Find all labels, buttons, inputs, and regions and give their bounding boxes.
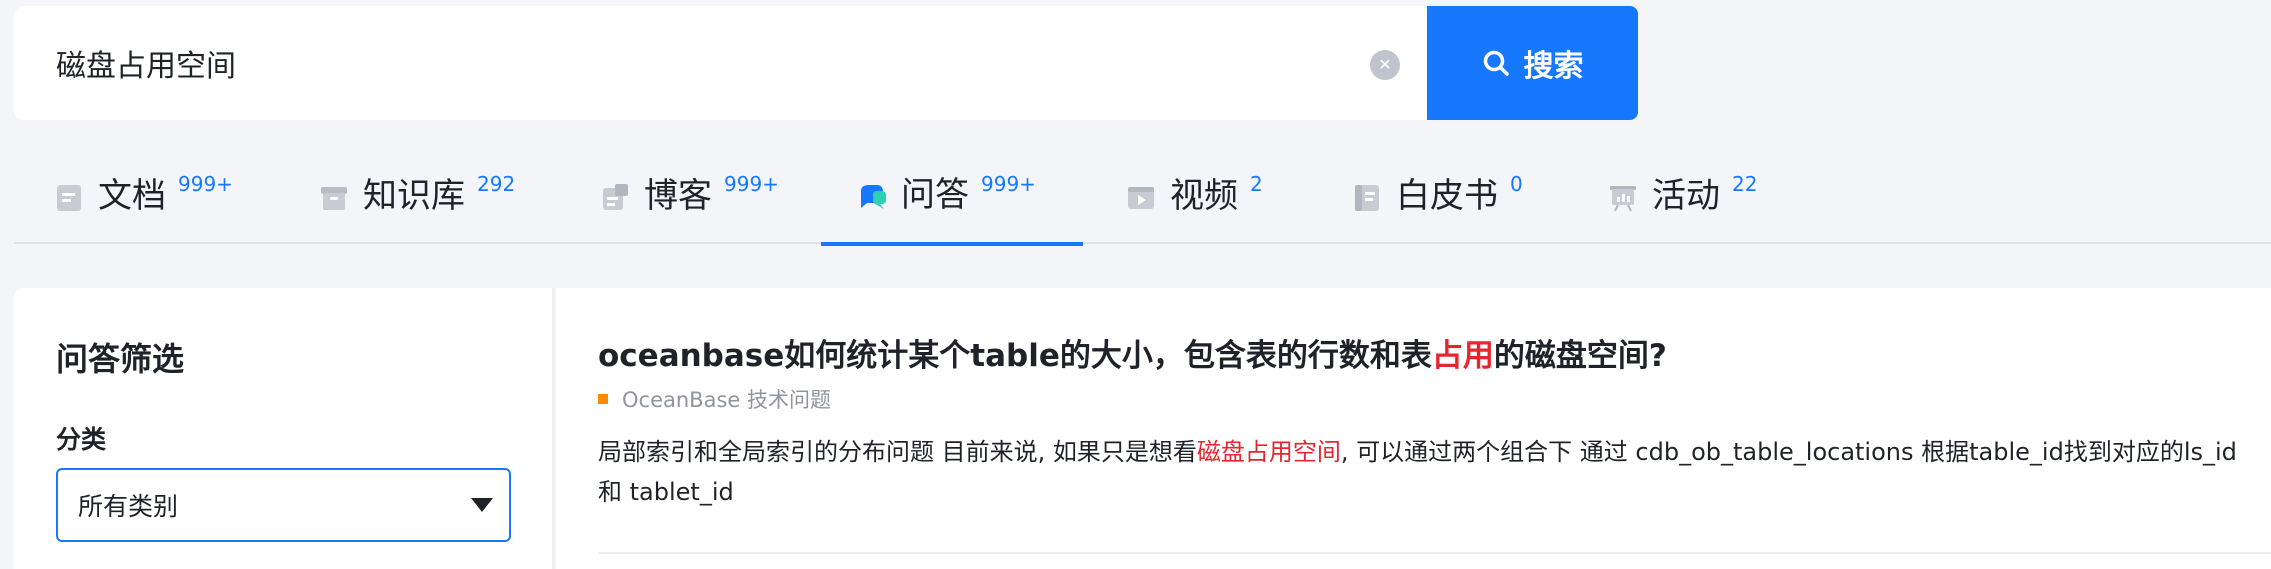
- event-board-icon: [1610, 186, 1636, 212]
- whitepaper-icon: [1355, 185, 1379, 211]
- tab-knowledge-base[interactable]: 知识库 292: [319, 140, 515, 244]
- caret-down-icon: [471, 498, 493, 512]
- video-icon: [1128, 187, 1154, 209]
- tab-blog[interactable]: 博客 999+: [600, 140, 779, 244]
- tab-count: 999+: [178, 172, 233, 196]
- tab-events[interactable]: 活动 22: [1608, 140, 1757, 244]
- tab-docs[interactable]: 文档 999+: [54, 140, 233, 244]
- tab-video[interactable]: 视频 2: [1126, 140, 1263, 244]
- search-icon: [1483, 50, 1509, 76]
- tab-count: 22: [1732, 172, 1758, 196]
- search-button[interactable]: 搜索: [1427, 6, 1638, 120]
- category-dot-icon: [598, 394, 608, 404]
- result-category[interactable]: OceanBase 技术问题: [622, 384, 831, 414]
- result-snippet-text: 局部索引和全局索引的分布问题 目前来说, 如果只是想看: [598, 438, 1197, 466]
- search-results: oceanbase如何统计某个table的大小，包含表的行数和表占用的磁盘空间?…: [556, 288, 2271, 569]
- filter-panel-title: 问答筛选: [56, 340, 185, 378]
- search-bar: ✕ 搜索: [14, 6, 1638, 120]
- search-button-label: 搜索: [1523, 49, 1584, 84]
- tab-label: 问答: [901, 174, 969, 215]
- tab-label: 博客: [644, 175, 712, 216]
- category-filter-label: 分类: [56, 425, 107, 454]
- qa-chat-icon: [861, 185, 886, 209]
- tab-label: 活动: [1652, 175, 1720, 216]
- blog-icon: [603, 184, 628, 210]
- result-title-text-end: 的磁盘空间?: [1493, 338, 1667, 374]
- tab-count: 292: [477, 172, 516, 196]
- result-type-tabs: 文档 999+ 知识库 292 博客 999+ 问答 999+ 视频 2 白皮书…: [14, 140, 2271, 246]
- tab-qa[interactable]: 问答 999+: [821, 140, 1083, 246]
- result-title-text: oceanbase如何统计某个table的大小，包含表的行数和表: [598, 338, 1432, 374]
- clear-search-icon[interactable]: ✕: [1370, 50, 1400, 80]
- result-snippet: 局部索引和全局索引的分布问题 目前来说, 如果只是想看磁盘占用空间, 可以通过两…: [598, 432, 2258, 512]
- qa-filter-panel: 问答筛选 分类 所有类别: [14, 288, 554, 569]
- tab-whitepaper[interactable]: 白皮书 0: [1352, 140, 1523, 244]
- category-select-value: 所有类别: [78, 492, 179, 521]
- tab-label: 知识库: [363, 175, 465, 216]
- tab-label: 视频: [1170, 175, 1238, 216]
- result-meta: OceanBase 技术问题: [598, 384, 831, 414]
- document-icon: [57, 185, 81, 211]
- tab-label: 白皮书: [1396, 175, 1498, 216]
- result-title-highlight: 占用: [1431, 338, 1494, 374]
- page: ✕ 搜索 文档 999+ 知识库 292: [0, 0, 2271, 569]
- tab-count: 999+: [981, 172, 1036, 196]
- tab-count: 2: [1250, 172, 1263, 196]
- tab-count: 999+: [724, 172, 779, 196]
- category-select[interactable]: 所有类别: [56, 468, 511, 542]
- tab-count: 0: [1510, 172, 1523, 196]
- archive-box-icon: [321, 187, 347, 210]
- result-snippet-highlight: 磁盘占用空间: [1196, 438, 1341, 466]
- tab-label: 文档: [98, 175, 166, 216]
- result-divider: [598, 552, 2271, 554]
- search-input[interactable]: [14, 6, 1427, 120]
- result-title-link[interactable]: oceanbase如何统计某个table的大小，包含表的行数和表占用的磁盘空间?: [598, 330, 1667, 375]
